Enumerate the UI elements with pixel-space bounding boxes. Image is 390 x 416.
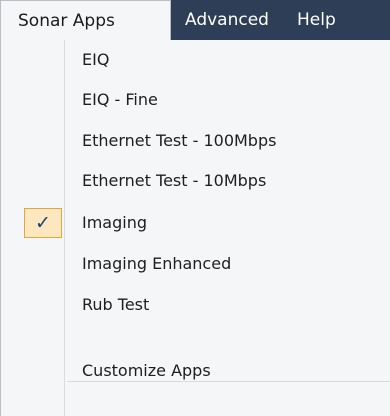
menu-item-label: Customize Apps: [82, 361, 211, 380]
menu-item-label: Ethernet Test - 100Mbps: [82, 131, 277, 150]
menu-item-ethernet-test-100mbps[interactable]: Ethernet Test - 100Mbps: [1, 121, 390, 161]
menu-bar: Sonar Apps Advanced Help: [0, 0, 390, 40]
menu-sonar-apps[interactable]: Sonar Apps: [0, 0, 171, 40]
menu-item-customize-apps[interactable]: Customize Apps: [1, 351, 390, 391]
menu-item-imaging-enhanced[interactable]: Imaging Enhanced: [1, 244, 390, 284]
menu-advanced[interactable]: Advanced: [171, 0, 285, 40]
menu-item-label: Ethernet Test - 10Mbps: [82, 171, 267, 190]
menu-item-label: EIQ - Fine: [82, 90, 158, 109]
menu-item-label: Rub Test: [82, 295, 150, 314]
menu-item-label: EIQ: [82, 50, 110, 69]
menu-item-ethernet-test-10mbps[interactable]: Ethernet Test - 10Mbps: [1, 161, 390, 201]
menu-item-eiq-fine[interactable]: EIQ - Fine: [1, 80, 390, 120]
menu-item-label: Imaging Enhanced: [82, 254, 232, 273]
menu-item-eiq[interactable]: EIQ: [1, 40, 390, 80]
menu-item-imaging[interactable]: ✓ Imaging: [1, 203, 390, 243]
menu-item-label: Imaging: [82, 213, 148, 232]
checkmark-icon: ✓: [24, 208, 62, 238]
menu-item-rub-test[interactable]: Rub Test: [1, 285, 390, 325]
menu-help[interactable]: Help: [285, 0, 348, 40]
sonar-apps-dropdown: EIQ EIQ - Fine Ethernet Test - 100Mbps E…: [0, 40, 390, 416]
